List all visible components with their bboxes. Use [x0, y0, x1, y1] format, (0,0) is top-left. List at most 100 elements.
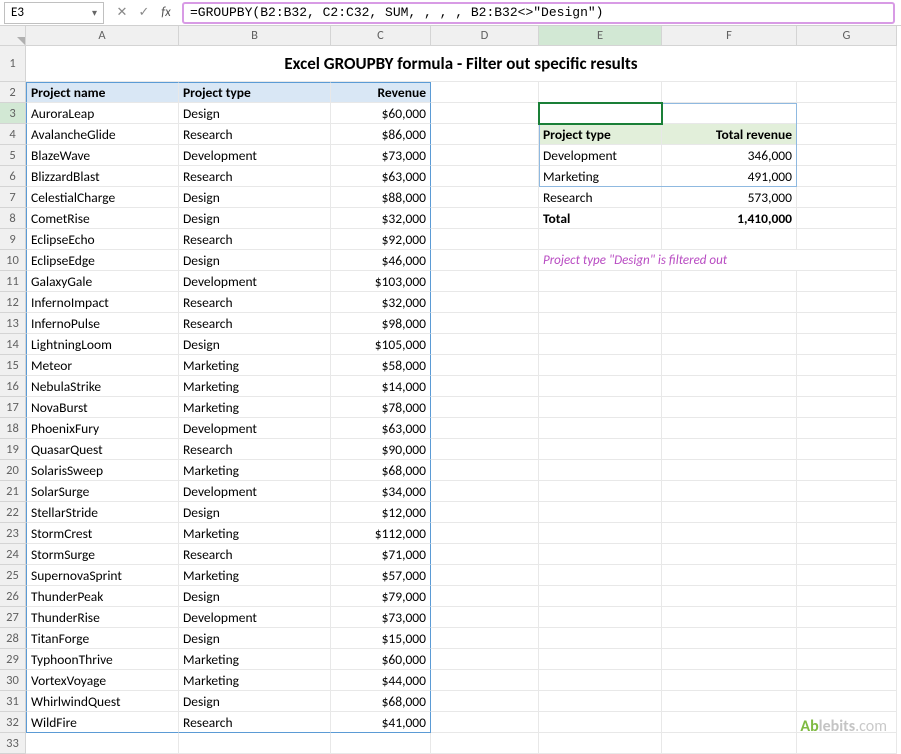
cell[interactable]: [662, 628, 797, 649]
cell[interactable]: [662, 565, 797, 586]
cell[interactable]: [431, 439, 539, 460]
cell-project-type[interactable]: Marketing: [179, 523, 331, 544]
cell[interactable]: [662, 586, 797, 607]
cell[interactable]: [797, 544, 897, 565]
cancel-icon[interactable]: ✕: [114, 5, 130, 20]
row-header-20[interactable]: 20: [0, 460, 26, 481]
cell[interactable]: [797, 460, 897, 481]
cell-revenue[interactable]: $32,000: [331, 292, 431, 313]
col-header-E[interactable]: E: [539, 26, 662, 46]
cell[interactable]: [797, 166, 897, 187]
cell[interactable]: [797, 208, 897, 229]
cell[interactable]: [431, 481, 539, 502]
cell-project-name[interactable]: WhirlwindQuest: [26, 691, 179, 712]
cell-revenue[interactable]: $68,000: [331, 460, 431, 481]
cell[interactable]: [539, 271, 662, 292]
row-header-19[interactable]: 19: [0, 439, 26, 460]
row-header-10[interactable]: 10: [0, 250, 26, 271]
cell-project-type[interactable]: Design: [179, 250, 331, 271]
cell[interactable]: [797, 607, 897, 628]
cell[interactable]: [662, 460, 797, 481]
cell-project-name[interactable]: VortexVoyage: [26, 670, 179, 691]
confirm-icon[interactable]: ✓: [136, 5, 152, 20]
cell-project-type[interactable]: Design: [179, 103, 331, 124]
row-header-15[interactable]: 15: [0, 355, 26, 376]
cell-revenue[interactable]: $103,000: [331, 271, 431, 292]
cell[interactable]: [662, 649, 797, 670]
cell-revenue[interactable]: $41,000: [331, 712, 431, 733]
cell-revenue[interactable]: $78,000: [331, 397, 431, 418]
cell[interactable]: [797, 124, 897, 145]
cell[interactable]: [431, 334, 539, 355]
cell[interactable]: [662, 376, 797, 397]
cell[interactable]: [539, 523, 662, 544]
cell[interactable]: [797, 670, 897, 691]
row-header-18[interactable]: 18: [0, 418, 26, 439]
cell[interactable]: [431, 124, 539, 145]
cell-project-name[interactable]: GalaxyGale: [26, 271, 179, 292]
cell-project-type[interactable]: Development: [179, 271, 331, 292]
cell[interactable]: [539, 313, 662, 334]
cell-project-type[interactable]: Development: [179, 481, 331, 502]
cell[interactable]: [797, 376, 897, 397]
cell-revenue[interactable]: $60,000: [331, 103, 431, 124]
cell[interactable]: [797, 502, 897, 523]
cell[interactable]: [539, 544, 662, 565]
cell-project-type[interactable]: Design: [179, 208, 331, 229]
row-header-16[interactable]: 16: [0, 376, 26, 397]
spreadsheet-grid[interactable]: ABCDEFG1Excel GROUPBY formula - Filter o…: [0, 26, 901, 754]
result-type[interactable]: Research: [539, 187, 662, 208]
cell[interactable]: [431, 103, 539, 124]
cell[interactable]: [662, 481, 797, 502]
cell[interactable]: [797, 481, 897, 502]
row-header-21[interactable]: 21: [0, 481, 26, 502]
cell[interactable]: [431, 145, 539, 166]
cell-project-name[interactable]: AuroraLeap: [26, 103, 179, 124]
cell-revenue[interactable]: $14,000: [331, 376, 431, 397]
cell-project-type[interactable]: Design: [179, 628, 331, 649]
cell[interactable]: [431, 229, 539, 250]
cell-project-name[interactable]: CelestialCharge: [26, 187, 179, 208]
cell[interactable]: [431, 418, 539, 439]
cell-project-name[interactable]: SolarSurge: [26, 481, 179, 502]
cell[interactable]: [662, 334, 797, 355]
cell[interactable]: [539, 586, 662, 607]
active-cell[interactable]: [539, 103, 662, 124]
cell-revenue[interactable]: $63,000: [331, 418, 431, 439]
cell[interactable]: [797, 565, 897, 586]
cell[interactable]: [539, 439, 662, 460]
cell[interactable]: [431, 586, 539, 607]
cell-project-name[interactable]: SupernovaSprint: [26, 565, 179, 586]
cell-project-name[interactable]: LightningLoom: [26, 334, 179, 355]
cell-project-name[interactable]: StormCrest: [26, 523, 179, 544]
cell-revenue[interactable]: $105,000: [331, 334, 431, 355]
row-header-4[interactable]: 4: [0, 124, 26, 145]
cell[interactable]: [662, 439, 797, 460]
cell-project-type[interactable]: Research: [179, 229, 331, 250]
cell[interactable]: [431, 313, 539, 334]
cell-revenue[interactable]: $12,000: [331, 502, 431, 523]
cell[interactable]: [662, 103, 797, 124]
cell[interactable]: [431, 544, 539, 565]
cell-project-name[interactable]: InfernoPulse: [26, 313, 179, 334]
cell[interactable]: [662, 502, 797, 523]
cell[interactable]: [797, 355, 897, 376]
col-header-F[interactable]: F: [662, 26, 797, 46]
row-header-25[interactable]: 25: [0, 565, 26, 586]
cell-revenue[interactable]: $79,000: [331, 586, 431, 607]
cell[interactable]: [797, 649, 897, 670]
cell[interactable]: [431, 670, 539, 691]
cell-project-type[interactable]: Research: [179, 313, 331, 334]
cell[interactable]: [662, 313, 797, 334]
result-value[interactable]: 573,000: [662, 187, 797, 208]
cell-project-name[interactable]: EclipseEcho: [26, 229, 179, 250]
cell[interactable]: [662, 712, 797, 733]
cell-project-type[interactable]: Research: [179, 544, 331, 565]
cell[interactable]: [797, 292, 897, 313]
col-header-C[interactable]: C: [331, 26, 431, 46]
cell-revenue[interactable]: $98,000: [331, 313, 431, 334]
cell[interactable]: [662, 292, 797, 313]
cell[interactable]: [662, 397, 797, 418]
fx-icon[interactable]: fx: [158, 5, 174, 20]
cell[interactable]: [662, 355, 797, 376]
